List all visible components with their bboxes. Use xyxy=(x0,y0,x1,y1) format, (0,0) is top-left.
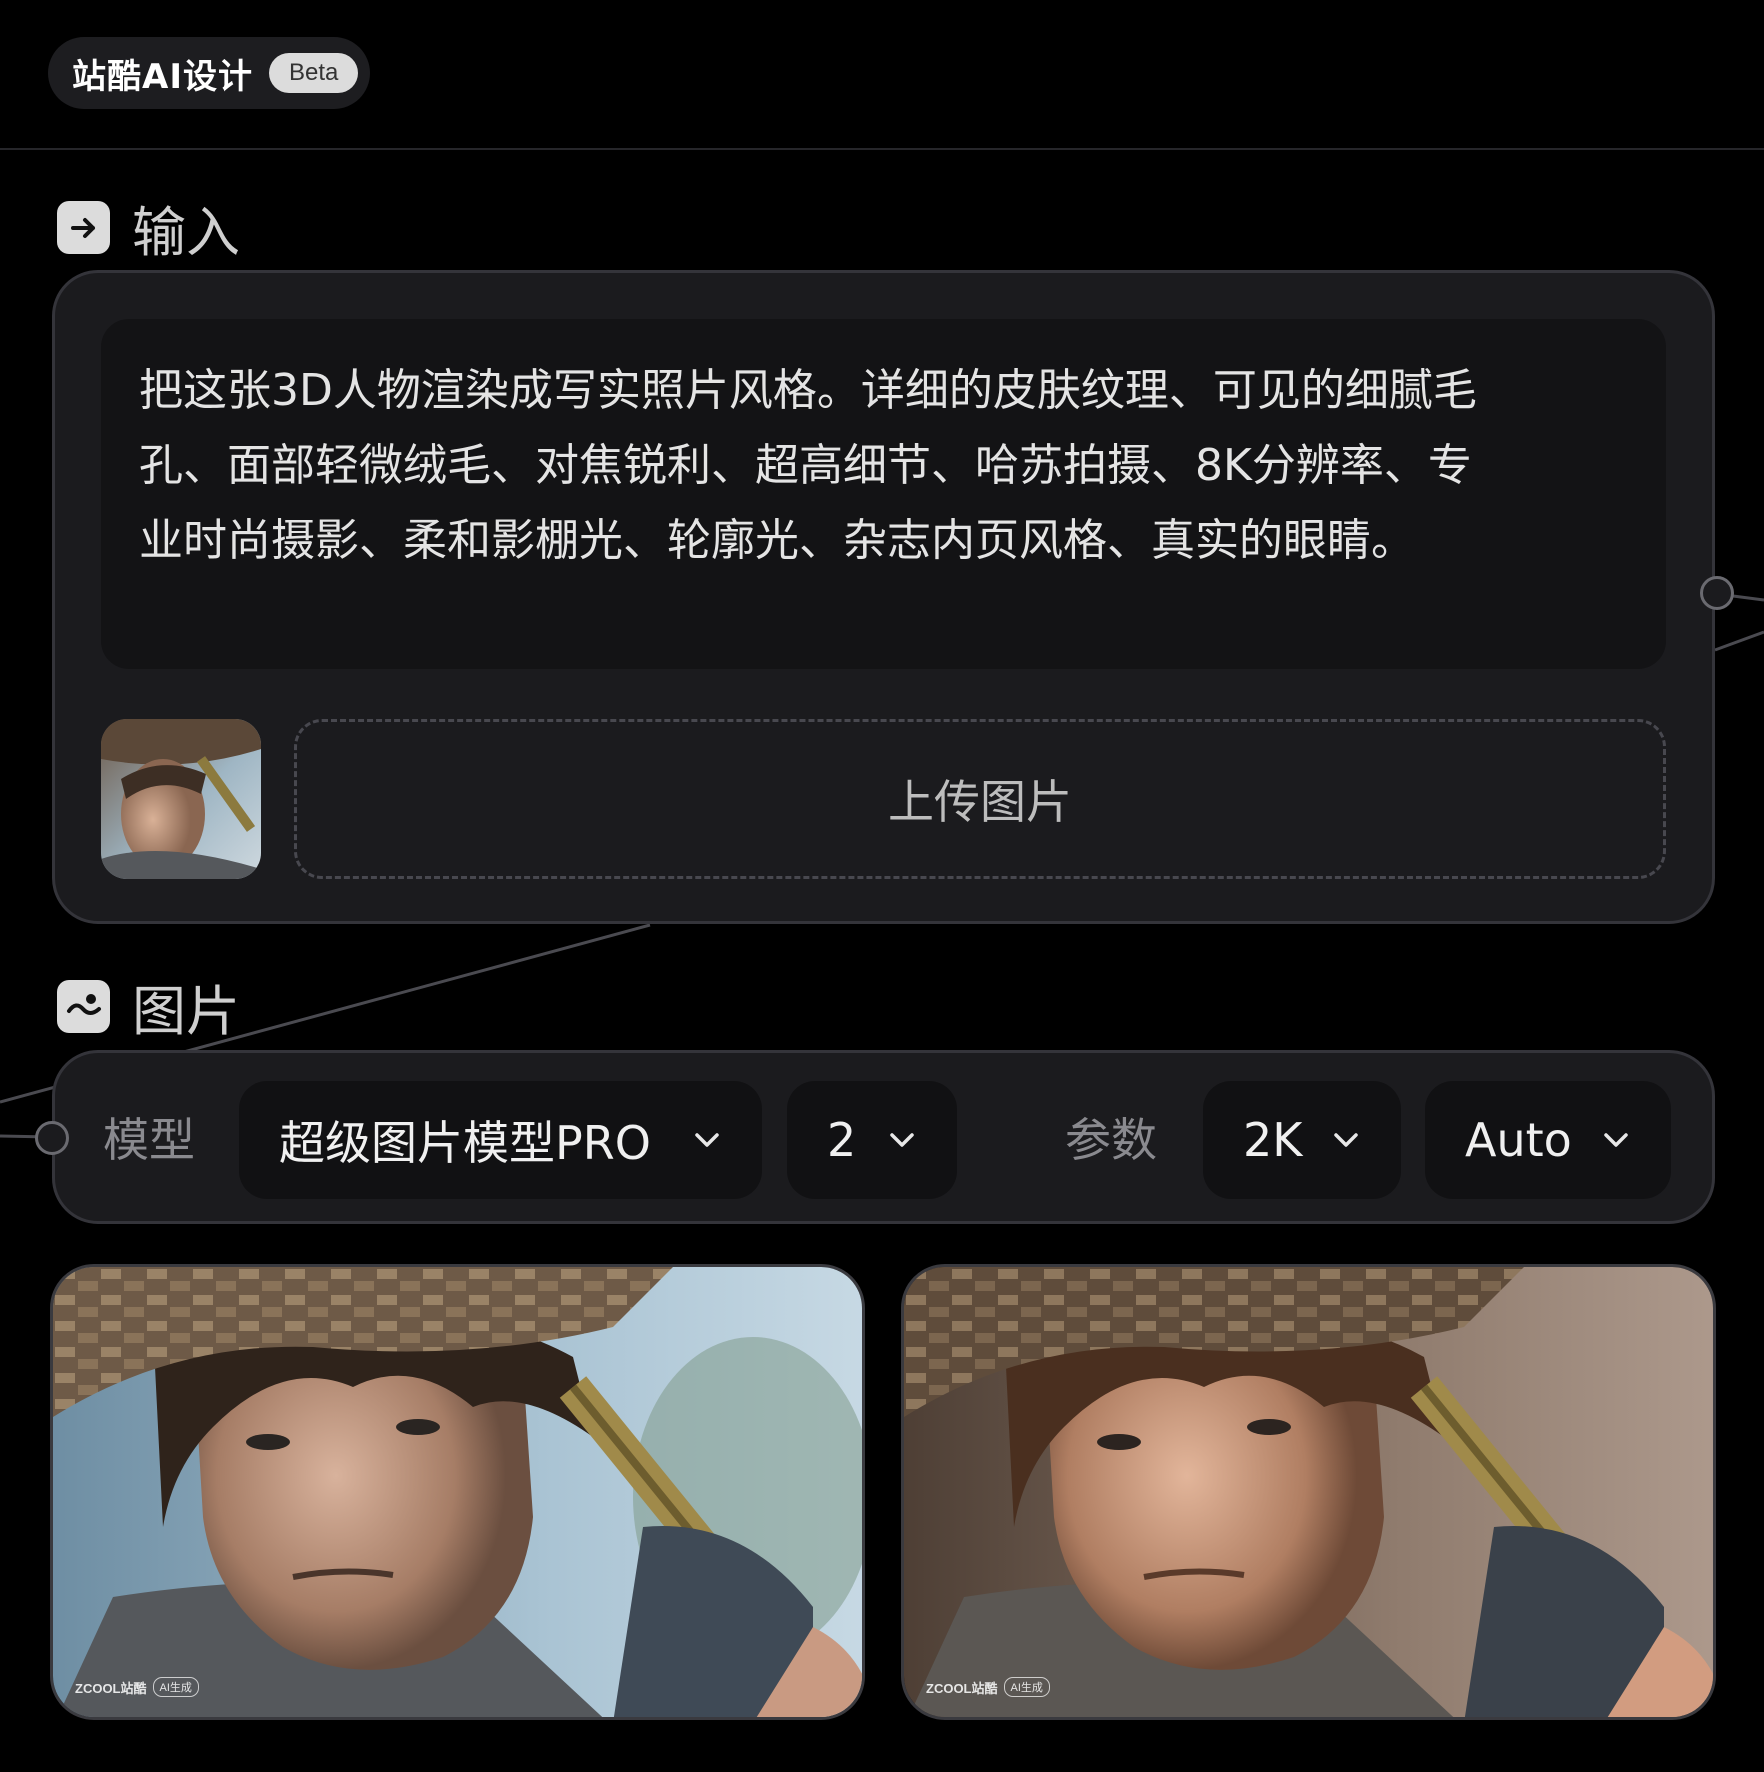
params-label: 参数 xyxy=(1065,1113,1157,1167)
prompt-line: 把这张3D人物渲染成写实照片风格。详细的皮肤纹理、可见的细腻毛 xyxy=(139,365,1477,416)
ratio-select[interactable]: Auto xyxy=(1425,1081,1671,1199)
watermark: ZCOOL站酷 AI生成 xyxy=(926,1677,1050,1697)
count-select[interactable]: 2 xyxy=(787,1081,957,1199)
input-node-card: 把这张3D人物渲染成写实照片风格。详细的皮肤纹理、可见的细腻毛 孔、面部轻微绒毛… xyxy=(52,270,1734,924)
image-node-card: 模型 超级图片模型PRO 2 参数 2K Auto xyxy=(35,1050,1715,1224)
image-section-header: 图片 xyxy=(57,967,240,1046)
prompt-line: 业时尚摄影、柔和影棚光、轮廓光、杂志内页风格、真实的眼睛。 xyxy=(139,515,1415,566)
chevron-down-icon xyxy=(890,1133,914,1147)
watermark: ZCOOL站酷 AI生成 xyxy=(75,1677,199,1697)
upload-label: 上传图片 xyxy=(888,775,1072,829)
model-select-value: 超级图片模型PRO xyxy=(279,1116,651,1170)
input-port[interactable] xyxy=(35,1121,69,1155)
uploaded-image-thumbnail[interactable] xyxy=(101,719,261,879)
arrow-right-icon xyxy=(57,201,110,254)
prompt-textarea[interactable]: 把这张3D人物渲染成写实照片风格。详细的皮肤纹理、可见的细腻毛 孔、面部轻微绒毛… xyxy=(101,319,1666,669)
model-select[interactable]: 超级图片模型PRO xyxy=(239,1081,762,1199)
watermark-tag: AI生成 xyxy=(1003,1677,1050,1697)
upload-image-button[interactable]: 上传图片 xyxy=(294,719,1666,879)
resolution-select[interactable]: 2K xyxy=(1203,1081,1401,1199)
watermark-brand: ZCOOL站酷 xyxy=(75,1680,147,1696)
model-label: 模型 xyxy=(103,1113,195,1167)
chevron-down-icon xyxy=(1604,1133,1628,1147)
chevron-down-icon xyxy=(1334,1133,1358,1147)
ratio-select-value: Auto xyxy=(1465,1113,1572,1167)
result-image-1[interactable]: ZCOOL站酷 AI生成 xyxy=(50,1264,865,1720)
input-section-title: 输入 xyxy=(132,201,240,264)
output-port[interactable] xyxy=(1700,576,1734,610)
image-icon xyxy=(57,980,110,1033)
image-section-title: 图片 xyxy=(132,980,240,1043)
input-section-header: 输入 xyxy=(57,188,240,267)
count-select-value: 2 xyxy=(827,1113,857,1167)
result-image-2[interactable]: ZCOOL站酷 AI生成 xyxy=(901,1264,1716,1720)
watermark-tag: AI生成 xyxy=(152,1677,199,1697)
resolution-select-value: 2K xyxy=(1243,1113,1303,1167)
chevron-down-icon xyxy=(695,1133,719,1147)
watermark-brand: ZCOOL站酷 xyxy=(926,1680,998,1696)
prompt-line: 孔、面部轻微绒毛、对焦锐利、超高细节、哈苏拍摄、8K分辨率、专 xyxy=(139,440,1472,491)
